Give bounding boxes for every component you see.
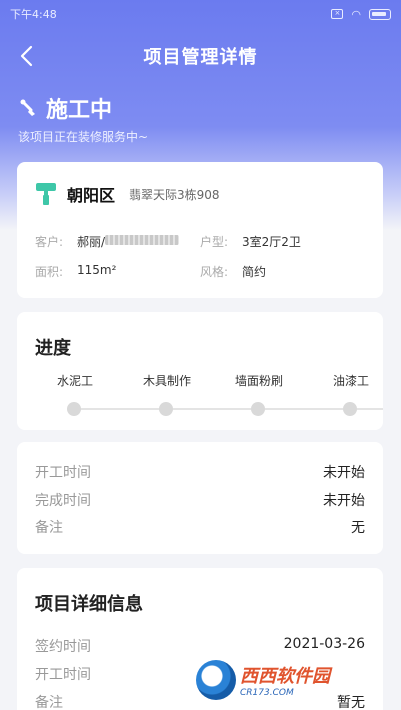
- note-label: 备注: [35, 520, 63, 536]
- area-label: 面积:: [35, 264, 64, 279]
- sign-time-row: 签约时间 2021-03-26: [35, 636, 365, 656]
- finish-time-value: 未开始: [323, 493, 365, 509]
- note-row: 备注 无: [35, 517, 365, 537]
- step-item: 木具制作: [127, 372, 207, 416]
- page-title: 项目管理详情: [143, 47, 258, 68]
- customer-field: 客户: 郝丽/: [35, 233, 200, 250]
- sim-icon: ×: [331, 9, 344, 19]
- progress-steps: 水泥工 木具制作 墙面粉刷 油漆工: [17, 372, 383, 422]
- finish-time-row: 完成时间 未开始: [35, 490, 365, 510]
- back-icon[interactable]: [12, 42, 40, 70]
- watermark-main: 西西软件园: [240, 666, 330, 687]
- brush-icon: [18, 97, 40, 119]
- info-row: 面积: 115m² 风格: 简约: [35, 256, 365, 286]
- redacted-phone: [105, 234, 180, 245]
- status-icons: × ◠: [331, 8, 391, 21]
- watermark-badge-icon: [196, 660, 236, 700]
- status-bar: 下午4:48 × ◠: [0, 0, 401, 28]
- watermark-sub: CR173.COM: [240, 688, 294, 698]
- style-value: 简约: [242, 264, 267, 279]
- status-time: 下午4:48: [10, 8, 57, 21]
- step-dot: [67, 402, 81, 416]
- project-location: 朝阳区 翡翠天际3栋908: [35, 182, 220, 206]
- status-subtitle: 该项目正在装修服务中~: [18, 130, 149, 144]
- project-info-grid: 客户: 郝丽/ 户型: 3室2厅2卫 面积: 115m² 风格: 简约: [35, 226, 365, 286]
- nav-bar: 项目管理详情: [0, 36, 401, 76]
- wifi-icon: ◠: [351, 7, 361, 21]
- project-info-card: 朝阳区 翡翠天际3栋908 客户: 郝丽/ 户型: 3室2厅2卫 面积: 115…: [17, 162, 383, 298]
- style-label: 风格:: [200, 264, 229, 279]
- status-title: 施工中: [46, 98, 113, 123]
- start-time-row: 开工时间 未开始: [35, 462, 365, 482]
- step-label: 木具制作: [142, 374, 191, 388]
- progress-card: 进度 水泥工 木具制作 墙面粉刷 油漆工: [17, 312, 383, 430]
- step-dot: [343, 402, 357, 416]
- step-item: 墙面粉刷: [219, 372, 299, 416]
- area-field: 面积: 115m²: [35, 263, 200, 280]
- sign-time-value: 2021-03-26: [283, 636, 365, 652]
- step-label: 油漆工: [332, 374, 369, 388]
- step-label: 墙面粉刷: [234, 374, 283, 388]
- step-dot: [159, 402, 173, 416]
- layout-value: 3室2厅2卫: [242, 234, 301, 249]
- schedule-card: 开工时间 未开始 完成时间 未开始 备注 无: [17, 442, 383, 554]
- watermark-logo: 西西软件园 CR173.COM: [196, 656, 386, 704]
- step-dot: [251, 402, 265, 416]
- finish-time-label: 完成时间: [35, 493, 91, 509]
- project-status: 施工中: [18, 92, 112, 124]
- customer-label: 客户:: [35, 234, 64, 249]
- sign-time-label: 签约时间: [35, 639, 91, 655]
- layout-label: 户型:: [200, 234, 229, 249]
- area-value: 115m²: [77, 262, 117, 277]
- community-name: 翡翠天际3栋908: [129, 187, 220, 202]
- customer-value: 郝丽/: [77, 234, 106, 249]
- progress-track: [73, 408, 383, 410]
- note-value: 无: [351, 520, 365, 536]
- detail-start-label: 开工时间: [35, 667, 91, 683]
- step-label: 水泥工: [56, 374, 93, 388]
- start-time-value: 未开始: [323, 465, 365, 481]
- district-name: 朝阳区: [67, 186, 116, 205]
- progress-title: 进度: [35, 338, 71, 359]
- watermark-text: 西西软件园 CR173.COM: [240, 662, 330, 698]
- detail-note-label: 备注: [35, 695, 63, 710]
- battery-icon: [369, 8, 391, 20]
- layout-field: 户型: 3室2厅2卫: [200, 233, 365, 250]
- start-time-label: 开工时间: [35, 465, 91, 481]
- detail-title: 项目详细信息: [35, 594, 143, 615]
- style-field: 风格: 简约: [200, 263, 365, 280]
- info-row: 客户: 郝丽/ 户型: 3室2厅2卫: [35, 226, 365, 256]
- paint-roller-icon: [36, 183, 56, 205]
- step-item: 油漆工: [311, 372, 383, 416]
- step-item: 水泥工: [35, 372, 115, 416]
